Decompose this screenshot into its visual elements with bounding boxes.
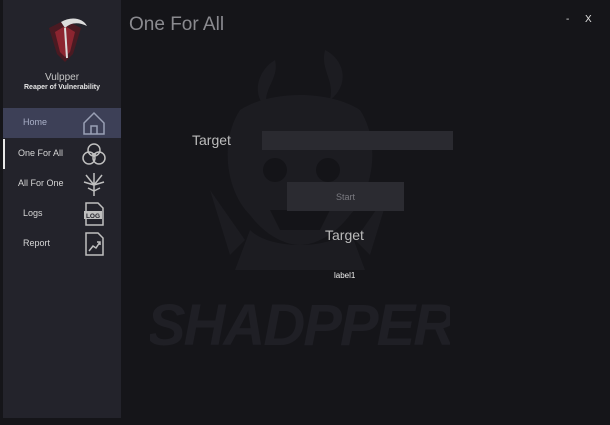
sidebar-item-all-for-one[interactable]: All For One xyxy=(3,169,121,199)
reaper-logo xyxy=(49,18,87,62)
sidebar-item-label: All For One xyxy=(18,178,64,188)
sidebar-item-label: Report xyxy=(23,238,51,248)
sidebar-item-one-for-all[interactable]: One For All xyxy=(3,139,121,169)
sidebar-item-label: One For All xyxy=(18,148,64,158)
sidebar: Vulpper Reaper of Vulnerability Home One… xyxy=(3,0,121,418)
svg-text:LOG: LOG xyxy=(86,213,100,220)
sidebar-item-label: Home xyxy=(23,117,48,127)
sidebar-item-report[interactable]: Report xyxy=(3,229,121,259)
biohazard-icon xyxy=(82,143,106,165)
target-input[interactable] xyxy=(262,131,453,150)
selected-indicator xyxy=(3,139,5,169)
watermark-text: SHADPPER xyxy=(150,293,450,358)
status-label: label1 xyxy=(334,271,356,280)
start-button[interactable]: Start xyxy=(287,182,404,211)
sidebar-item-home[interactable]: Home xyxy=(3,108,121,138)
thistle-icon xyxy=(83,173,105,196)
app-window: SHADPPER Vulpper Reaper of Vulnerability… xyxy=(0,0,610,425)
close-button[interactable]: X xyxy=(585,14,592,25)
home-icon xyxy=(83,111,105,135)
minimize-button[interactable]: - xyxy=(566,14,569,25)
log-file-icon: LOG xyxy=(84,202,104,226)
sidebar-item-logs[interactable]: Logs LOG xyxy=(3,199,121,229)
chart-report-icon xyxy=(85,232,104,256)
page-title: One For All xyxy=(129,14,225,35)
target-label: Target xyxy=(192,132,231,148)
app-subtitle: Reaper of Vulnerability xyxy=(24,84,100,91)
result-target-label: Target xyxy=(325,227,364,243)
sidebar-item-label: Logs xyxy=(23,208,43,218)
app-name: Vulpper xyxy=(44,72,80,83)
